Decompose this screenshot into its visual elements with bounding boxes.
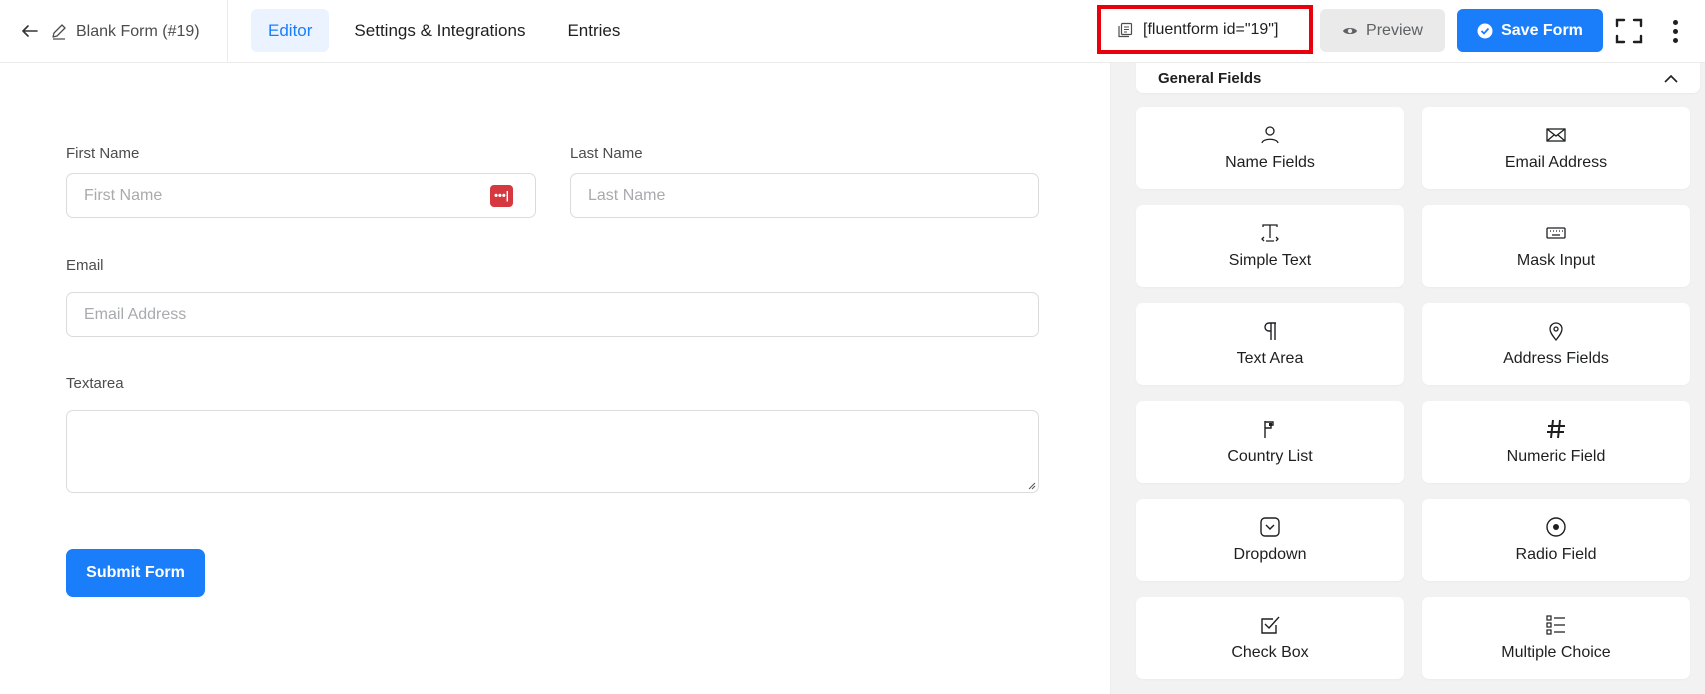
eye-icon — [1343, 27, 1358, 34]
field-multiple-choice[interactable]: Multiple Choice — [1422, 597, 1690, 679]
email-placeholder: Email Address — [84, 305, 187, 323]
field-simple-text[interactable]: Simple Text — [1136, 205, 1404, 287]
first-name-input[interactable]: First Name •••| — [66, 173, 536, 218]
last-name-input[interactable]: Last Name — [570, 173, 1039, 218]
checkbox-icon — [1261, 616, 1280, 634]
tab-entries[interactable]: Entries — [550, 9, 637, 52]
textarea-label: Textarea — [66, 375, 124, 392]
first-name-label: First Name — [66, 145, 140, 162]
field-label: Simple Text — [1228, 252, 1312, 269]
save-form-button[interactable]: Save Form — [1457, 9, 1603, 52]
general-fields-header[interactable]: General Fields — [1136, 63, 1700, 93]
tab-settings-integrations[interactable]: Settings & Integrations — [337, 9, 542, 52]
keyboard-icon — [1546, 227, 1566, 239]
field-label: Text Area — [1236, 350, 1304, 367]
more-options-icon[interactable] — [1663, 16, 1687, 46]
field-palette-sidebar: General Fields Name Fields Email Address… — [1110, 63, 1705, 694]
top-bar: Blank Form (#19) Editor Settings & Integ… — [0, 0, 1705, 63]
field-label: Dropdown — [1233, 546, 1307, 563]
form-title-text: Blank Form (#19) — [76, 23, 200, 40]
dropdown-icon — [1260, 517, 1280, 537]
preview-button[interactable]: Preview — [1320, 9, 1445, 52]
first-name-placeholder: First Name — [84, 186, 163, 204]
field-mask-input[interactable]: Mask Input — [1422, 205, 1690, 287]
flag-icon — [1264, 421, 1274, 438]
field-name-fields[interactable]: Name Fields — [1136, 107, 1404, 189]
check-circle-icon — [1477, 23, 1493, 38]
radio-icon — [1546, 517, 1566, 537]
tab-bar: Editor Settings & Integrations Entries — [251, 9, 637, 52]
shortcode-text: [fluentform id="19"] — [1143, 20, 1279, 38]
field-country-list[interactable]: Country List — [1136, 401, 1404, 483]
field-email-address[interactable]: Email Address — [1422, 107, 1690, 189]
field-label: Multiple Choice — [1501, 644, 1611, 661]
chevron-up-icon[interactable] — [1664, 74, 1678, 83]
divider — [227, 0, 228, 63]
person-icon — [1261, 126, 1279, 144]
field-numeric-field[interactable]: Numeric Field — [1422, 401, 1690, 483]
last-name-label: Last Name — [570, 145, 643, 162]
field-radio-field[interactable]: Radio Field — [1422, 499, 1690, 581]
back-arrow-icon[interactable] — [18, 18, 42, 44]
email-input[interactable]: Email Address — [66, 292, 1039, 337]
field-grid: Name Fields Email Address Simple Text Ma… — [1136, 107, 1700, 679]
tab-editor[interactable]: Editor — [251, 9, 330, 52]
hash-icon — [1547, 419, 1565, 439]
fullscreen-icon[interactable] — [1615, 16, 1643, 46]
field-label: Mask Input — [1516, 252, 1596, 269]
email-label: Email — [66, 257, 104, 274]
section-title: General Fields — [1158, 69, 1262, 87]
list-icon — [1546, 615, 1565, 635]
field-label: Address Fields — [1503, 350, 1609, 367]
submit-form-button[interactable]: Submit Form — [66, 549, 205, 597]
field-label: Numeric Field — [1506, 448, 1606, 465]
form-canvas: First Name First Name •••| Last Name Las… — [0, 63, 1110, 694]
field-address-fields[interactable]: Address Fields — [1422, 303, 1690, 385]
pencil-icon — [52, 24, 66, 40]
last-name-placeholder: Last Name — [588, 186, 666, 204]
textarea-input[interactable] — [66, 410, 1039, 493]
preview-label: Preview — [1366, 21, 1423, 39]
field-check-box[interactable]: Check Box — [1136, 597, 1404, 679]
field-dropdown[interactable]: Dropdown — [1136, 499, 1404, 581]
save-form-label: Save Form — [1501, 21, 1583, 39]
paragraph-icon — [1264, 322, 1276, 340]
map-pin-icon — [1549, 322, 1563, 342]
field-text-area[interactable]: Text Area — [1136, 303, 1404, 385]
copy-icon — [1118, 22, 1133, 37]
field-label: Email Address — [1504, 154, 1608, 171]
shortcode-copy-button[interactable]: [fluentform id="19"] — [1097, 5, 1313, 54]
password-manager-icon[interactable]: •••| — [490, 185, 513, 207]
envelope-icon — [1546, 128, 1566, 142]
field-label: Country List — [1227, 448, 1313, 465]
field-label: Radio Field — [1515, 546, 1597, 563]
field-label: Name Fields — [1225, 154, 1315, 171]
field-label: Check Box — [1231, 644, 1309, 661]
text-cursor-icon — [1261, 224, 1279, 242]
form-title: Blank Form (#19) — [50, 18, 200, 46]
resize-handle-icon[interactable] — [1026, 480, 1036, 490]
